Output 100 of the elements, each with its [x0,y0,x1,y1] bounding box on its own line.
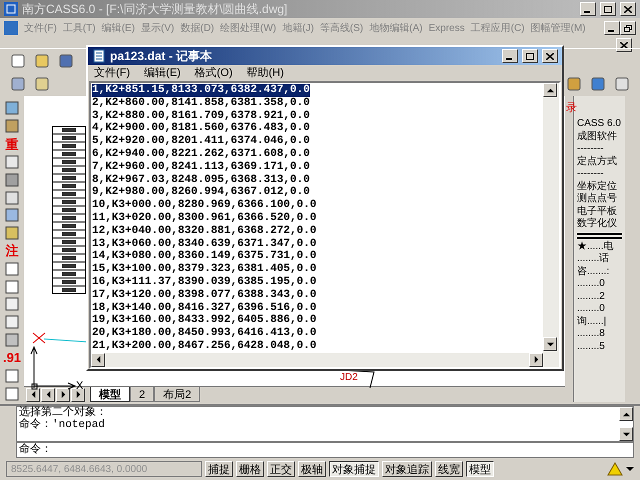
data-line: 2,K2+860.00,8141.858,6381.358,0.0 [92,96,310,110]
data-line: 14,K3+080.00,8360.149,6375.731,0.0 [92,250,316,264]
layout-tab[interactable]: 布局2 [154,387,200,402]
panel-text: 数字化仪 [577,218,618,230]
menu-item[interactable]: 编辑(E) [144,64,181,82]
maximize-button[interactable] [522,49,538,63]
panel-text: 定点方式 [577,156,618,168]
scroll-up-button[interactable] [543,83,557,97]
data-line: 19,K3+160.00,8433.992,6405.886,0.0 [92,314,316,328]
axis-label: X [76,379,84,394]
panel-text: 成图软件 [577,130,618,143]
scroll-down-button[interactable] [619,427,633,441]
data-line: 15,K3+100.00,8379.323,6381.405,0.0 [92,263,316,276]
panel-text: CASS 6.0 [577,118,622,130]
scroll-left-button[interactable] [91,352,105,367]
data-line: 7,K2+960.00,8241.113,6369.171,0.0 [92,160,310,174]
panel-text: ........0 [577,303,606,316]
maximize-button[interactable] [600,2,616,16]
coordinates-display: 8525.6447, 6484.6643, 0.0000 [6,461,202,477]
scroll-down-button[interactable] [543,337,557,351]
triangle-arrow-icon [44,391,52,398]
data-line: 8,K2+967.03,8248.095,6368.313,0.0 [92,174,310,186]
panel-text: ........8 [577,328,606,340]
menu-item[interactable]: 格式(O) [194,64,233,82]
close-icon [620,42,628,48]
minimize-button[interactable] [580,2,596,16]
status-toggle[interactable]: 对象追踪 [382,461,432,477]
triangle-arrow-icon [622,430,630,438]
data-line: 4,K2+900.00,8181.560,6376.483,0.0 [92,122,310,136]
status-toggle[interactable]: 正交 [267,461,295,477]
last-tab-button[interactable] [71,388,85,402]
data-line: 16,K3+111.37,8390.039,6385.195,0.0 [92,276,316,289]
status-toggle[interactable]: 栅格 [236,461,264,477]
triangle-arrow-icon [94,356,102,364]
restore-icon [624,24,632,32]
point-marker-icon [32,332,46,344]
status-toggle[interactable]: 线宽 [435,461,463,477]
data-line: 3,K2+880.00,8161.709,6378.921,0.0 [92,110,310,122]
panel-text: -------- [577,143,605,156]
max-icon [526,52,534,60]
minimize-button[interactable] [604,21,620,35]
close-icon [624,6,632,12]
menu-item[interactable]: 帮助(H) [246,64,284,82]
close-icon [546,52,554,60]
panel-text: ........0 [577,278,606,290]
data-line: 10,K3+000.00,8280.969,6366.100,0.0 [92,199,316,212]
triangle-arrow-icon [74,391,82,398]
panel-text: ........2 [577,290,606,303]
command-history-line: 选择第二个对象： [19,407,108,419]
status-toggle[interactable]: 捕捉 [205,461,233,477]
scroll-right-button[interactable] [529,352,543,367]
triangle-arrow-icon [60,391,66,398]
triangle-arrow-icon [546,86,554,94]
data-line: 11,K3+020.00,8300.961,6366.520,0.0 [92,212,316,225]
notepad-title: pa123.dat - 记事本 [110,48,214,65]
warning-icon[interactable] [607,461,623,477]
data-line: 20,K3+180.00,8450.993,6416.413,0.0 [92,327,316,340]
vertical-scrollbar[interactable] [543,83,559,367]
status-toggle[interactable]: 模型 [466,461,494,477]
data-line: 18,K3+140.00,8416.327,6396.516,0.0 [92,302,316,314]
close-button[interactable] [620,2,636,16]
restore-button[interactable] [620,21,636,35]
layout-tab[interactable]: 模型 [90,387,130,402]
status-toggle[interactable]: 对象捕捉 [329,461,379,477]
horizontal-scrollbar[interactable] [91,352,543,367]
first-tab-button[interactable] [26,388,40,402]
close-button[interactable] [542,49,558,63]
scroll-up-button[interactable] [619,407,633,421]
app-title: 南方CASS6.0 - [F:\同济大学测量教材\圆曲线.dwg] [22,1,288,18]
close-button[interactable] [616,38,632,52]
command-input[interactable]: 命令： [16,442,634,458]
point-label: JD2 [340,371,358,385]
data-line: 21,K3+200.00,8467.256,6428.048,0.0 [92,340,316,353]
side-mark: 录 [566,101,577,116]
panel-text: 电子平板 [577,206,618,218]
panel-text: 咨.......: [577,266,610,278]
data-line: 12,K3+040.00,8320.881,6368.272,0.0 [92,224,316,238]
panel-text: ........话 [577,253,610,266]
status-toggle[interactable]: 极轴 [298,461,326,477]
triangle-arrow-icon [30,391,36,398]
previous-tab-button[interactable] [41,388,55,402]
triangle-arrow-icon [622,410,630,418]
minimize-button[interactable] [502,49,518,63]
data-line: 5,K2+920.00,8201.411,6374.046,0.0 [92,135,310,148]
menu-item[interactable]: 文件(F) [94,64,130,82]
data-line: 13,K3+060.00,8340.639,6371.347,0.0 [92,238,316,250]
app-logo-icon [4,2,18,16]
triangle-arrow-icon [532,356,540,364]
command-history-line: 命令：'notepad [19,419,106,431]
panel-text: -------- [577,168,605,180]
next-tab-button[interactable] [56,388,70,402]
caret-icon[interactable] [626,465,634,473]
data-line: 9,K2+980.00,8260.994,6367.012,0.0 [92,186,310,200]
panel-text: 坐标定位 [577,180,618,192]
panel-text: ........5 [577,340,606,353]
panel-text: ★......电 [577,240,615,252]
panel-text: 测点点号 [577,193,618,206]
layout-tab[interactable]: 2 [130,387,154,402]
notepad-icon [92,49,106,63]
ucs-axis-icon [30,344,76,390]
